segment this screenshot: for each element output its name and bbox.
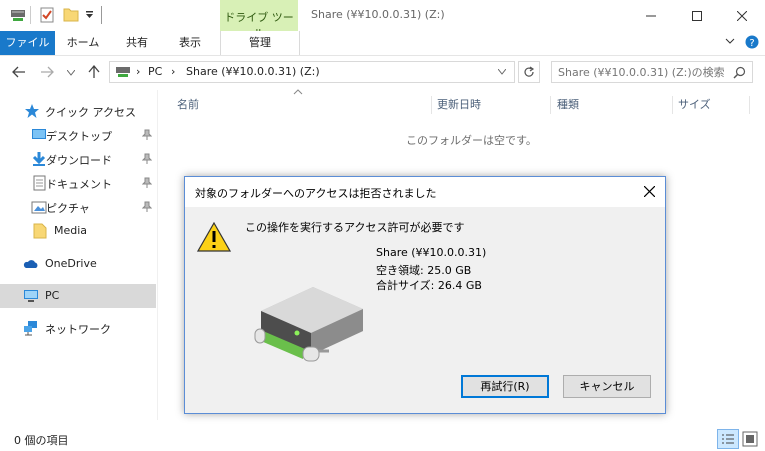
tab-manage[interactable]: 管理: [220, 31, 300, 55]
dialog-close-icon[interactable]: [644, 186, 655, 197]
warning-icon: [197, 222, 231, 252]
navigation-pane: クイック アクセス デスクトップ ダウンロード ドキュメント ピクチャ Medi…: [0, 97, 156, 417]
nav-documents[interactable]: ドキュメント: [0, 171, 156, 195]
star-icon: [25, 104, 39, 118]
new-folder-icon[interactable]: [63, 7, 79, 22]
details-view-button[interactable]: [717, 429, 739, 449]
large-icons-view-button[interactable]: [742, 431, 758, 447]
pin-icon: [142, 177, 152, 188]
svg-text:?: ?: [749, 38, 754, 49]
folder-icon: [33, 223, 47, 239]
nav-downloads[interactable]: ダウンロード: [0, 147, 156, 171]
breadcrumb-drive[interactable]: Share (¥¥10.0.0.31) (Z:): [186, 65, 320, 78]
breadcrumb-pc[interactable]: PC: [148, 65, 162, 78]
customize-toolbar-icon[interactable]: [85, 10, 94, 19]
nav-pc[interactable]: PC: [0, 284, 156, 308]
search-box[interactable]: [551, 61, 753, 83]
computer-icon: [24, 290, 38, 302]
maximize-button[interactable]: [674, 0, 719, 31]
nav-network[interactable]: ネットワーク: [0, 316, 156, 340]
column-modified[interactable]: 更新日時: [433, 96, 551, 114]
close-button[interactable]: [719, 0, 764, 31]
desktop-icon: [32, 129, 46, 139]
dialog-title: 対象のフォルダーへのアクセスは拒否されました: [195, 187, 437, 200]
details-view-icon: [722, 434, 734, 444]
ribbon-tabs: ファイル ホーム 共有 表示 管理 ?: [0, 31, 765, 56]
breadcrumb-separator: ›: [136, 65, 141, 78]
forward-icon[interactable]: [40, 66, 54, 78]
refresh-button[interactable]: [518, 61, 540, 83]
search-icon[interactable]: [733, 66, 746, 79]
help-icon[interactable]: ?: [745, 35, 759, 49]
dialog-message: この操作を実行するアクセス許可が必要です: [245, 221, 465, 234]
empty-folder-message: このフォルダーは空です。: [406, 134, 537, 147]
back-icon[interactable]: [12, 66, 26, 78]
column-type[interactable]: 種類: [553, 96, 673, 114]
tab-share[interactable]: 共有: [112, 31, 162, 55]
network-icon: [24, 321, 37, 336]
download-icon: [32, 152, 46, 166]
pin-icon: [142, 129, 152, 140]
pin-icon: [142, 201, 152, 212]
address-bar[interactable]: › PC › Share (¥¥10.0.0.31) (Z:): [109, 61, 515, 83]
column-size[interactable]: サイズ: [674, 96, 750, 114]
access-denied-dialog: 対象のフォルダーへのアクセスは拒否されました この操作を実行するアクセス許可が必…: [184, 176, 666, 414]
cloud-icon: [23, 260, 38, 268]
dialog-title-bar: 対象のフォルダーへのアクセスは拒否されました: [185, 177, 665, 207]
refresh-icon: [524, 66, 535, 77]
recent-locations-icon[interactable]: [67, 70, 75, 76]
drive-icon: [10, 8, 26, 22]
nav-quick-access[interactable]: クイック アクセス: [0, 99, 156, 123]
sort-arrow-icon: [293, 89, 303, 95]
cancel-button[interactable]: キャンセル: [563, 375, 651, 398]
minimize-button[interactable]: [628, 0, 673, 31]
status-item-count: 0 個の項目: [14, 434, 69, 447]
large-icons-view-icon: [742, 431, 758, 447]
pictures-icon: [31, 201, 47, 214]
free-space: 空き領域: 25.0 GB: [376, 264, 472, 277]
nav-desktop[interactable]: デスクトップ: [0, 123, 156, 147]
address-dropdown-icon[interactable]: [498, 69, 506, 75]
network-drive-icon: [243, 281, 363, 367]
window-title: Share (¥¥10.0.0.31) (Z:): [311, 8, 445, 21]
drive-icon: [115, 66, 131, 78]
retry-button[interactable]: 再試行(R): [461, 375, 549, 398]
expand-ribbon-icon[interactable]: [725, 37, 735, 45]
breadcrumb-separator: ›: [171, 65, 176, 78]
properties-icon[interactable]: [40, 7, 54, 23]
nav-pictures[interactable]: ピクチャ: [0, 195, 156, 219]
tab-view[interactable]: 表示: [165, 31, 215, 55]
total-size: 合計サイズ: 26.4 GB: [376, 279, 482, 292]
column-name[interactable]: 名前: [173, 96, 432, 114]
drive-name: Share (¥¥10.0.0.31): [376, 246, 487, 259]
up-icon[interactable]: [88, 65, 100, 79]
search-input[interactable]: [558, 64, 728, 80]
pin-icon: [142, 153, 152, 164]
title-bar: ドライブ ツール Share (¥¥10.0.0.31) (Z:): [0, 0, 765, 40]
tab-file[interactable]: ファイル: [0, 31, 55, 55]
tab-home[interactable]: ホーム: [58, 31, 108, 55]
nav-onedrive[interactable]: OneDrive: [0, 252, 156, 276]
drive-tools-context-tab: ドライブ ツール: [220, 0, 298, 40]
nav-media[interactable]: Media: [0, 219, 156, 243]
